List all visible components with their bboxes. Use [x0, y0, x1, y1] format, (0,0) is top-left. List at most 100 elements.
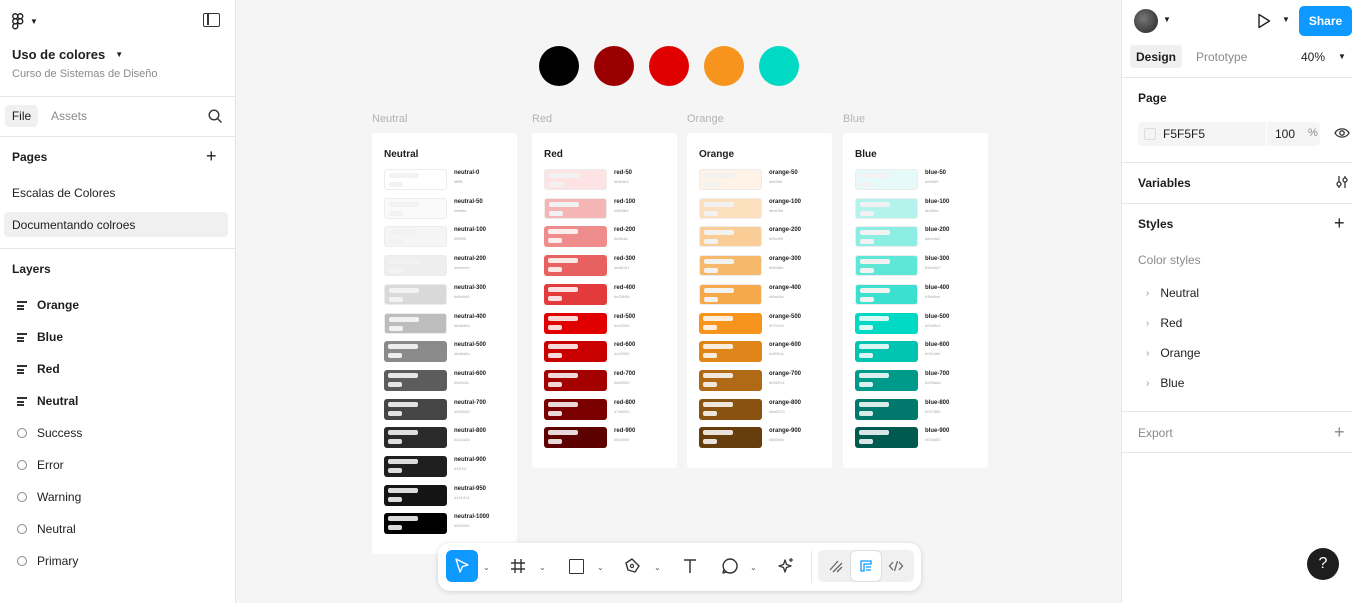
color-swatch[interactable] [544, 197, 607, 219]
color-circle[interactable] [539, 46, 579, 86]
figma-menu-button[interactable]: ▼ [12, 12, 42, 30]
chevron-down-icon[interactable]: ⌄ [597, 563, 604, 572]
export-heading[interactable]: Export [1138, 426, 1173, 440]
color-swatch[interactable] [384, 427, 447, 449]
chevron-down-icon[interactable]: ⌄ [539, 563, 546, 572]
tab-design[interactable]: Design [1130, 45, 1182, 68]
color-swatch[interactable] [384, 513, 447, 535]
color-swatch[interactable] [544, 369, 607, 391]
help-button[interactable]: ? [1307, 548, 1339, 580]
color-swatch[interactable] [384, 283, 447, 305]
tab-prototype[interactable]: Prototype [1196, 50, 1247, 64]
color-swatch[interactable] [699, 341, 762, 363]
project-name[interactable]: Curso de Sistemas de Diseño [12, 68, 158, 80]
color-swatch[interactable] [699, 398, 762, 420]
color-swatch[interactable] [855, 369, 918, 391]
color-swatch[interactable] [855, 427, 918, 449]
draw-mode-button[interactable] [820, 550, 852, 582]
color-swatch[interactable] [699, 255, 762, 277]
color-swatch[interactable] [384, 341, 447, 363]
page-item-selected[interactable]: Documentando colroes [4, 212, 228, 237]
style-group-item[interactable]: › Neutral [1146, 286, 1199, 300]
color-swatch[interactable] [855, 341, 918, 363]
color-swatch[interactable] [544, 255, 607, 277]
color-swatch[interactable] [699, 169, 762, 190]
shape-tool-button[interactable] [560, 550, 592, 582]
frame-label[interactable]: Blue [843, 113, 865, 125]
color-swatch[interactable] [1144, 128, 1156, 140]
color-swatch[interactable] [855, 398, 918, 420]
frame-label[interactable]: Orange [687, 113, 724, 125]
layer-item[interactable]: Success [0, 417, 236, 449]
chevron-down-icon[interactable]: ⌄ [750, 563, 757, 572]
frame-label[interactable]: Neutral [372, 113, 407, 125]
frame-label[interactable]: Red [532, 113, 552, 125]
color-swatch[interactable] [855, 312, 918, 334]
color-swatch[interactable] [699, 283, 762, 305]
canvas[interactable]: Neutral Neutral neutral-0 #ffffff neutral-50… [237, 0, 1121, 603]
present-play-icon[interactable] [1257, 13, 1271, 29]
file-title[interactable]: Uso de colores [12, 47, 105, 62]
share-button[interactable]: Share [1299, 6, 1352, 36]
color-swatch[interactable] [384, 169, 447, 190]
frame-tool-button[interactable] [502, 550, 534, 582]
layer-item[interactable]: Neutral [0, 513, 236, 545]
color-swatch[interactable] [384, 484, 447, 506]
layer-item[interactable]: Neutral [0, 385, 236, 417]
color-swatch[interactable] [544, 427, 607, 449]
page-item[interactable]: Escalas de Colores [12, 186, 115, 200]
color-swatch[interactable] [855, 169, 918, 190]
color-swatch[interactable] [384, 312, 447, 334]
style-group-item[interactable]: › Blue [1146, 376, 1184, 390]
color-swatch[interactable] [384, 197, 447, 219]
color-swatch[interactable] [544, 226, 607, 248]
chevron-down-icon[interactable]: ▼ [1163, 15, 1171, 24]
ai-tool-button[interactable] [770, 550, 802, 582]
color-swatch[interactable] [384, 255, 447, 277]
color-card[interactable]: Red red-50 #fde3e3 red-100 #f5b5b5 red-200 #ef… [532, 133, 677, 468]
add-style-button[interactable]: + [1334, 213, 1345, 233]
color-swatch[interactable] [544, 341, 607, 363]
color-swatch[interactable] [544, 283, 607, 305]
chevron-down-icon[interactable]: ▼ [115, 50, 123, 59]
color-swatch[interactable] [544, 169, 607, 190]
layer-item[interactable]: Error [0, 449, 236, 481]
chevron-down-icon[interactable]: ▼ [1282, 15, 1290, 24]
color-swatch[interactable] [699, 312, 762, 334]
page-opacity-value[interactable]: 100 [1275, 127, 1295, 141]
page-color-value[interactable]: F5F5F5 [1163, 127, 1205, 141]
color-swatch[interactable] [855, 226, 918, 248]
style-group-item[interactable]: › Red [1146, 316, 1182, 330]
color-circle[interactable] [704, 46, 744, 86]
color-swatch[interactable] [384, 456, 447, 477]
zoom-level[interactable]: 40% [1301, 50, 1325, 64]
color-swatch[interactable] [855, 283, 918, 305]
layer-item[interactable]: Orange [0, 289, 236, 321]
variables-heading[interactable]: Variables [1138, 176, 1191, 190]
layer-item[interactable]: Red [0, 353, 236, 385]
layer-item[interactable]: Blue [0, 321, 236, 353]
color-card[interactable]: Neutral neutral-0 #ffffff neutral-50 #fafafa… [372, 133, 517, 555]
layer-item[interactable]: Primary [0, 545, 236, 577]
comment-tool-button[interactable] [714, 550, 746, 582]
add-page-button[interactable]: + [206, 146, 217, 166]
color-swatch[interactable] [384, 398, 447, 420]
tab-file[interactable]: File [5, 105, 38, 127]
design-mode-button[interactable] [850, 550, 882, 582]
move-tool-button[interactable] [446, 550, 478, 582]
color-swatch[interactable] [699, 369, 762, 391]
color-swatch[interactable] [699, 427, 762, 449]
user-avatar[interactable] [1134, 9, 1158, 33]
chevron-down-icon[interactable]: ⌄ [654, 563, 661, 572]
color-circle[interactable] [759, 46, 799, 86]
toggle-sidebar-icon[interactable] [203, 13, 220, 27]
page-color-field[interactable]: F5F5F5 100 % [1138, 122, 1320, 146]
sliders-icon[interactable] [1335, 175, 1349, 189]
text-tool-button[interactable] [674, 550, 706, 582]
chevron-down-icon[interactable]: ⌄ [483, 563, 490, 572]
color-swatch[interactable] [544, 312, 607, 334]
color-card[interactable]: Orange orange-50 #fef3e6 orange-100 #fce0bd o… [687, 133, 832, 468]
color-swatch[interactable] [384, 226, 447, 248]
tab-assets[interactable]: Assets [51, 109, 87, 123]
color-swatch[interactable] [384, 369, 447, 391]
